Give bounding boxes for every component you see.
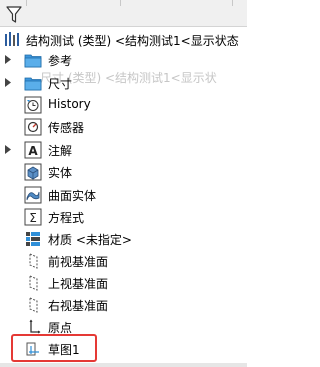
filter-toolbar	[0, 0, 247, 27]
equation-icon: Σ	[24, 208, 42, 226]
tree-item-label: 参考	[48, 54, 73, 68]
tree-item-label: 曲面实体	[48, 189, 97, 203]
svg-text:A: A	[28, 144, 38, 158]
tree-root-label: 结构测试 (类型) <结构测试1<显示状态	[26, 34, 239, 48]
material-icon	[26, 232, 40, 246]
tree-item-equations[interactable]: Σ 方程式	[0, 207, 247, 227]
column-divider	[26, 0, 27, 6]
tree-item-sensors[interactable]: 传感器	[0, 117, 247, 137]
tree-item-label: 前视基准面	[48, 255, 109, 269]
tree-item-top-plane[interactable]: 上视基准面	[0, 273, 247, 293]
tree-item-annotations[interactable]: A 注解	[0, 140, 247, 160]
folder-icon	[24, 77, 42, 91]
tree-item-material[interactable]: 材质 <未指定>	[0, 229, 247, 249]
tree-item-label: 材质 <未指定>	[48, 233, 132, 247]
tree-item-dimensions[interactable]: 尺寸	[0, 73, 247, 93]
tree-item-surface-bodies[interactable]: 曲面实体	[0, 185, 247, 205]
tree-item-label: 实体	[48, 166, 73, 180]
tree-item-label: History	[48, 97, 91, 111]
tree-item-front-plane[interactable]: 前视基准面	[0, 251, 247, 271]
horizontal-scrollbar[interactable]	[0, 363, 247, 367]
tree-item-solid-bodies[interactable]: 实体	[0, 162, 247, 182]
surface-body-icon	[24, 186, 42, 204]
tree-item-label: 注解	[48, 144, 73, 158]
tree-root-part[interactable]: 结构测试 (类型) <结构测试1<显示状态	[0, 29, 247, 49]
annotation-icon: A	[24, 141, 42, 159]
tree-item-reference[interactable]: 参考	[0, 50, 247, 70]
sensor-icon	[24, 118, 42, 136]
column-divider	[120, 0, 121, 6]
plane-icon	[29, 297, 38, 313]
tree-item-label: 尺寸	[48, 77, 73, 91]
tree-item-label: 上视基准面	[48, 277, 109, 291]
history-icon	[24, 96, 42, 114]
plane-icon	[29, 253, 38, 269]
expand-arrow-icon[interactable]	[5, 55, 11, 64]
tree-item-label: 方程式	[48, 211, 85, 225]
folder-icon	[24, 54, 42, 68]
selection-highlight-box	[11, 334, 97, 362]
tree-item-label: 传感器	[48, 121, 85, 135]
tree-item-history[interactable]: History	[0, 95, 247, 115]
tree-item-right-plane[interactable]: 右视基准面	[0, 295, 247, 315]
expand-arrow-icon[interactable]	[5, 78, 11, 87]
solid-body-icon	[24, 163, 42, 181]
svg-text:Σ: Σ	[29, 211, 37, 225]
filter-icon[interactable]	[6, 6, 22, 24]
expand-arrow-icon[interactable]	[5, 145, 11, 154]
column-divider	[232, 0, 233, 6]
plane-icon	[29, 275, 38, 291]
part-icon	[5, 32, 19, 46]
tree-item-label: 右视基准面	[48, 299, 109, 313]
